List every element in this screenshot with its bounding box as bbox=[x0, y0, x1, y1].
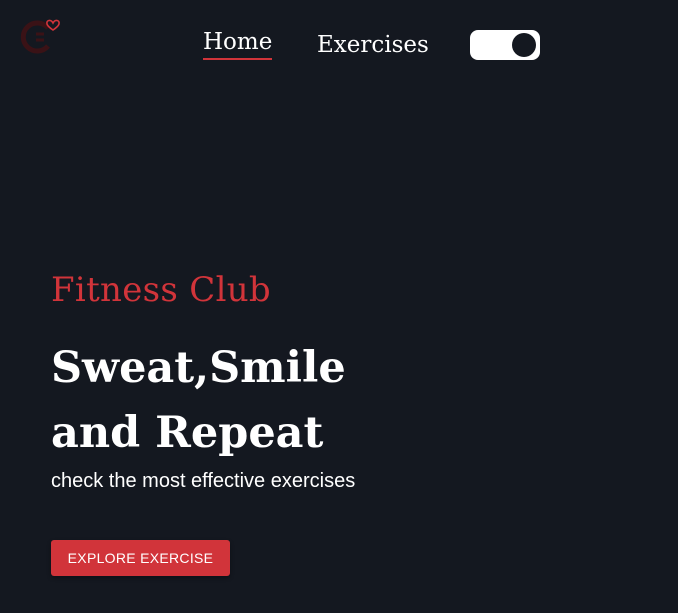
hero-title-line1: Sweat,Smile bbox=[51, 343, 346, 393]
theme-toggle[interactable] bbox=[470, 30, 540, 60]
hero-title: Sweat,Smile and Repeat bbox=[51, 336, 651, 466]
nav-link-exercises[interactable]: Exercises bbox=[317, 29, 429, 61]
page: Home Exercises Fitness Club Sweat,Smile … bbox=[0, 0, 678, 613]
nav-link-home[interactable]: Home bbox=[203, 26, 273, 60]
explore-exercise-button[interactable]: EXPLORE EXERCISE bbox=[51, 540, 230, 576]
hero-section: Fitness Club Sweat,Smile and Repeat chec… bbox=[51, 266, 651, 494]
toggle-knob-icon bbox=[512, 33, 536, 57]
hero-title-line2: and Repeat bbox=[51, 408, 324, 458]
main-nav: Home Exercises bbox=[0, 26, 678, 66]
hero-eyebrow: Fitness Club bbox=[51, 270, 272, 310]
hero-subtitle: check the most effective exercises bbox=[51, 470, 356, 492]
